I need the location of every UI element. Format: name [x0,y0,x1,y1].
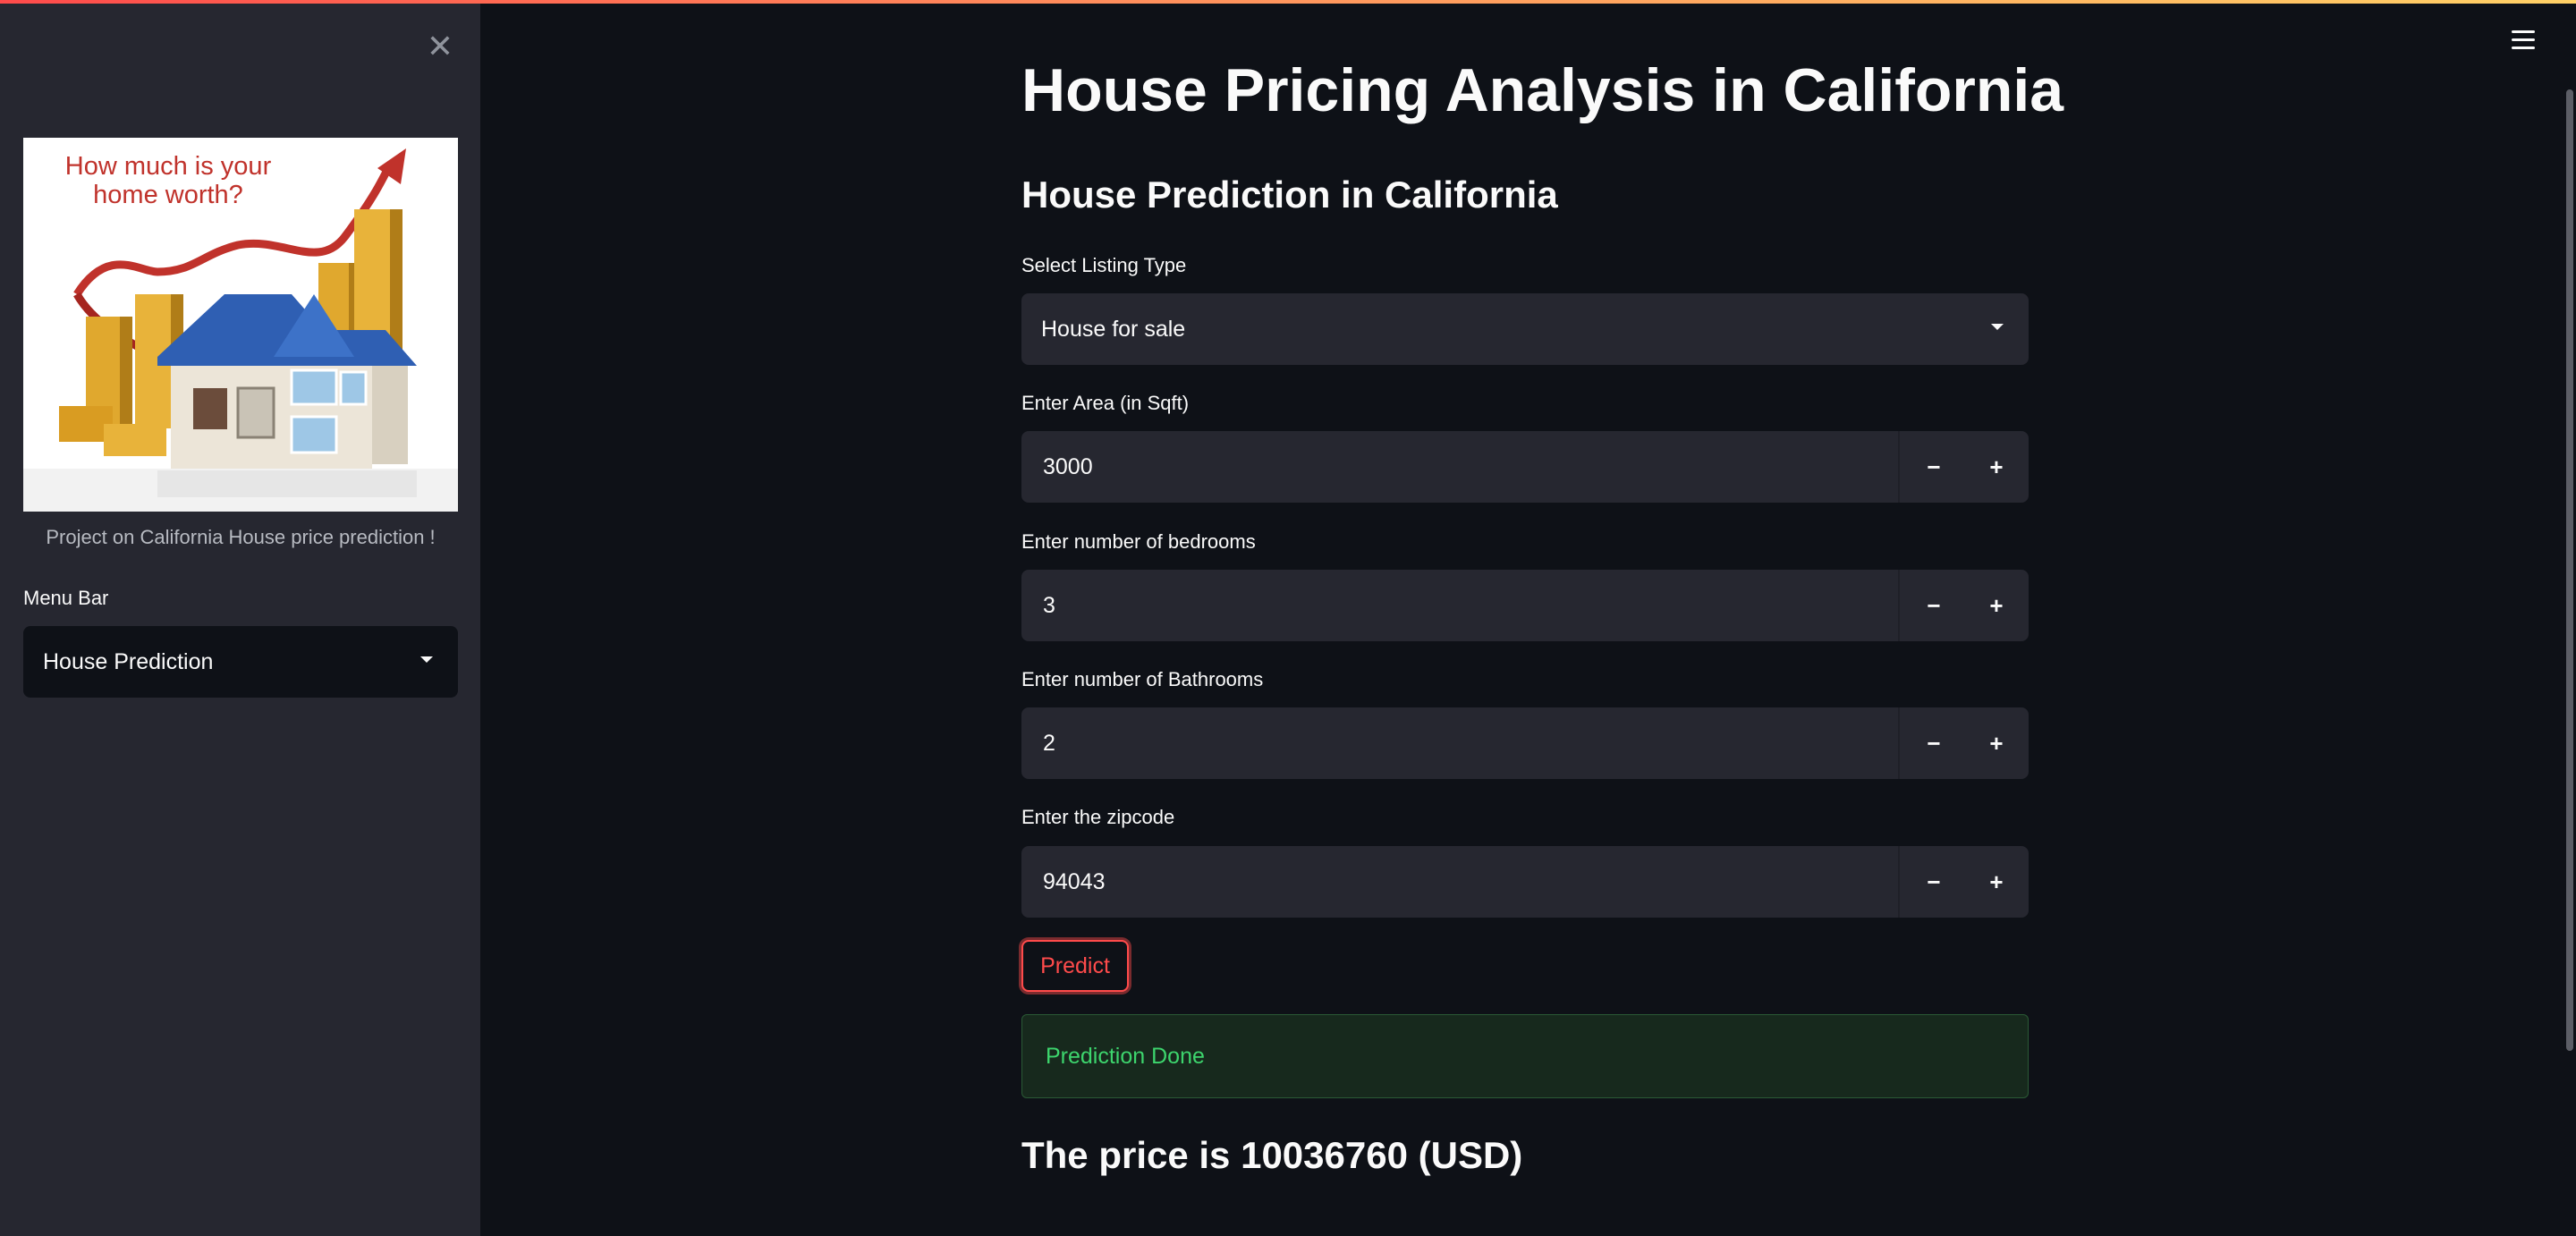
bathrooms-label: Enter number of Bathrooms [1021,668,1264,690]
zipcode-decrement-button[interactable]: − [1902,846,1966,918]
bathrooms-decrement-button[interactable]: − [1902,707,1966,779]
sidebar: ✕ How much is your home worth? Project o… [0,4,480,1236]
house-chart-illustration [23,148,458,512]
area-label: Enter Area (in Sqft) [1021,392,1190,414]
chevron-down-icon [1991,324,2004,330]
menu-bar-label: Menu Bar [23,587,109,609]
listing-type-selected-value: House for sale [1041,316,1186,342]
zipcode-number-input: 94043 − + [1021,846,2029,918]
chevron-down-icon [420,656,433,663]
prediction-result: The price is 10036760 (USD) [1021,1134,1523,1176]
close-icon[interactable]: ✕ [422,28,458,64]
menu-bar-select[interactable]: House Prediction [23,626,458,698]
zipcode-input[interactable]: 94043 [1021,846,1900,918]
bedrooms-number-input: 3 − + [1021,570,2029,641]
bedrooms-increment-button[interactable]: + [1964,570,2029,641]
house-price-image: How much is your home worth? [23,138,458,512]
listing-type-select[interactable]: House for sale [1021,293,2029,365]
page-title: House Pricing Analysis in California [1021,56,2064,124]
hamburger-menu-icon[interactable] [2512,30,2535,50]
bathrooms-number-input: 2 − + [1021,707,2029,779]
menu-bar-selected-value: House Prediction [43,648,214,674]
bathrooms-input[interactable]: 2 [1021,707,1900,779]
page-subheader: House Prediction in California [1021,174,1558,216]
area-number-input: 3000 − + [1021,431,2029,503]
bathrooms-increment-button[interactable]: + [1964,707,2029,779]
success-message: Prediction Done [1046,1043,1205,1069]
bedrooms-decrement-button[interactable]: − [1902,570,1966,641]
area-decrement-button[interactable]: − [1902,431,1966,503]
predict-button[interactable]: Predict [1021,940,1129,992]
listing-type-label: Select Listing Type [1021,254,1187,276]
area-increment-button[interactable]: + [1964,431,2029,503]
bedrooms-label: Enter number of bedrooms [1021,530,1256,553]
bedrooms-input[interactable]: 3 [1021,570,1900,641]
zipcode-label: Enter the zipcode [1021,806,1175,828]
area-input[interactable]: 3000 [1021,431,1900,503]
success-alert: Prediction Done [1021,1014,2029,1098]
sidebar-caption: Project on California House price predic… [46,526,436,548]
scrollbar[interactable] [2566,89,2573,1051]
zipcode-increment-button[interactable]: + [1964,846,2029,918]
